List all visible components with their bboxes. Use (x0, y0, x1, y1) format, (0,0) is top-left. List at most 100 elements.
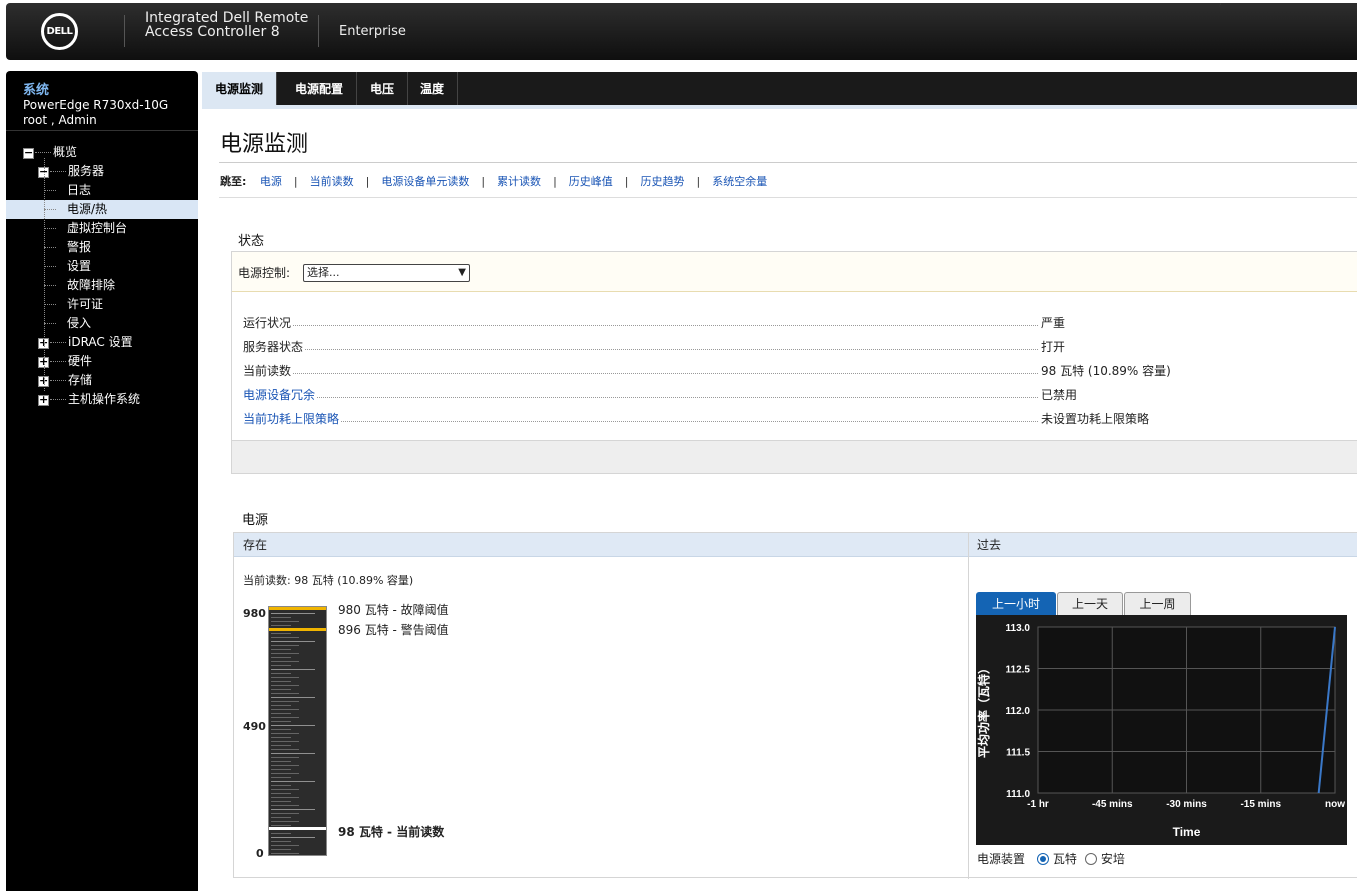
x-tick-label: -15 mins (1240, 799, 1281, 810)
x-tick-label: -30 mins (1166, 799, 1207, 810)
gauge-tick (271, 769, 291, 770)
status-key: 当前读数 (243, 362, 294, 379)
top-banner: DELL Integrated Dell Remote Access Contr… (6, 3, 1357, 60)
power-control-value: 选择... (307, 266, 340, 279)
sidebar-item[interactable]: + 硬件 (6, 352, 198, 371)
gauge-tick (271, 841, 291, 842)
sidebar-item[interactable]: 日志 (6, 181, 198, 200)
gauge-tick (271, 745, 291, 746)
y-tick-label: 112.0 (1006, 706, 1031, 717)
y-tick-label: 113.0 (1006, 623, 1031, 634)
y-tick-label: 111.0 (1006, 789, 1030, 800)
link-separator: | (481, 175, 486, 188)
range-tab[interactable]: 上一天 (1057, 592, 1123, 615)
tree-connector (44, 285, 56, 286)
jump-link[interactable]: 历史趋势 (641, 175, 685, 188)
tree-connector (50, 171, 66, 172)
tab-2[interactable]: 电源配置 (282, 72, 358, 105)
jump-link[interactable]: 电源 (260, 175, 282, 188)
sidebar-item[interactable]: 侵入 (6, 314, 198, 333)
jump-link[interactable]: 历史峰值 (569, 175, 613, 188)
gauge-tick (271, 625, 291, 626)
gauge-tick (271, 749, 299, 750)
gauge-tick (271, 705, 291, 706)
banner-swoosh (1206, 3, 1357, 60)
gauge-tick (271, 641, 315, 642)
tab-3[interactable]: 电压 (357, 72, 409, 105)
gauge-tick (271, 617, 291, 618)
gauge-tick (271, 741, 299, 742)
sidebar-item[interactable]: 设置 (6, 257, 198, 276)
failure-threshold-note: 980 瓦特 - 故障阈值 (338, 603, 449, 617)
link-separator: | (293, 175, 298, 188)
failure-threshold-bar (269, 607, 326, 610)
sidebar-item[interactable]: 故障排除 (6, 276, 198, 295)
gauge-tick (271, 785, 291, 786)
jump-link[interactable]: 系统空余量 (712, 175, 767, 188)
left-navigation: 系统 PowerEdge R730xd-10G root , Admin − 概览… (6, 71, 198, 891)
gauge-tick (271, 733, 299, 734)
tree-connector (44, 304, 56, 305)
gauge-tick (271, 621, 299, 622)
sidebar-item[interactable]: − 概览 (6, 143, 198, 162)
present-header: 存在 (234, 533, 968, 557)
user-info: root , Admin (23, 113, 97, 127)
unit-radio[interactable] (1084, 853, 1097, 865)
product-title: Integrated Dell Remote Access Controller… (145, 11, 308, 39)
sidebar-item[interactable]: 电源/热 (6, 200, 198, 219)
gauge-tick (271, 681, 291, 682)
status-value: 严重 (1041, 316, 1066, 330)
status-value: 未设置功耗上限策略 (1041, 412, 1150, 426)
status-footer (232, 440, 1357, 473)
y-tick-label: 111.5 (1006, 748, 1030, 759)
sidebar-item[interactable]: + iDRAC 设置 (6, 333, 198, 352)
tab-underline (202, 105, 1357, 109)
tree-connector (44, 247, 56, 248)
range-tab[interactable]: 上一周 (1124, 592, 1191, 615)
unit-radio[interactable] (1036, 853, 1049, 865)
gauge-tick (271, 713, 291, 714)
gauge-tick (271, 689, 291, 690)
gauge-tick (271, 777, 291, 778)
sidebar-item[interactable]: + 存储 (6, 371, 198, 390)
gauge-tick (271, 853, 299, 854)
link-separator: | (553, 175, 557, 188)
power-unit-selector: 电源装置 瓦特 安培 (977, 850, 1125, 867)
gauge-tick (271, 753, 315, 754)
gauge-tick (271, 669, 315, 670)
power-control-select[interactable]: 选择... ▼ (303, 264, 470, 282)
tab-4[interactable]: 温度 (407, 72, 459, 105)
status-key[interactable]: 电源设备冗余 (243, 386, 318, 403)
collapse-icon[interactable]: − (23, 147, 34, 159)
gauge-tick (271, 805, 299, 806)
system-link[interactable]: 系统 (23, 79, 198, 98)
gauge-tick (271, 781, 315, 782)
jump-link[interactable]: 电源设备单元读数 (381, 175, 469, 188)
sidebar-item[interactable]: 警报 (6, 238, 198, 257)
status-key: 运行状况 (243, 314, 294, 331)
x-tick-label: now (1325, 799, 1345, 810)
gauge-tick (271, 725, 315, 726)
status-key[interactable]: 当前功耗上限策略 (243, 410, 342, 427)
sidebar-item[interactable]: + 主机操作系统 (6, 390, 198, 409)
sidebar-item[interactable]: 许可证 (6, 295, 198, 314)
sidebar-item[interactable]: − 服务器 (6, 162, 198, 181)
current-reading-note: 98 瓦特 - 当前读数 (338, 825, 445, 839)
tree-connector (35, 152, 51, 153)
gauge-tick (271, 825, 291, 826)
expand-icon[interactable]: + (38, 394, 49, 406)
unit-radio-label: 安培 (1100, 852, 1125, 866)
dotted-leader (243, 421, 1038, 422)
tab-1[interactable]: 电源监测 (202, 72, 278, 105)
gauge-tick (271, 797, 299, 798)
status-row: 服务器状态 打开 (243, 338, 1357, 355)
gauge-tick (271, 673, 291, 674)
gauge-tick (271, 637, 299, 638)
jump-link[interactable]: 累计读数 (497, 175, 541, 188)
tab-bar: 电源监测 电源配置 电压 温度 (202, 72, 1357, 105)
sidebar-item[interactable]: 虚拟控制台 (6, 219, 198, 238)
status-row: 电源设备冗余 已禁用 (243, 386, 1357, 403)
range-tab[interactable]: 上一小时 (976, 592, 1056, 615)
jump-link[interactable]: 当前读数 (310, 175, 354, 188)
sidebar-item-label: 概览 (53, 145, 78, 159)
